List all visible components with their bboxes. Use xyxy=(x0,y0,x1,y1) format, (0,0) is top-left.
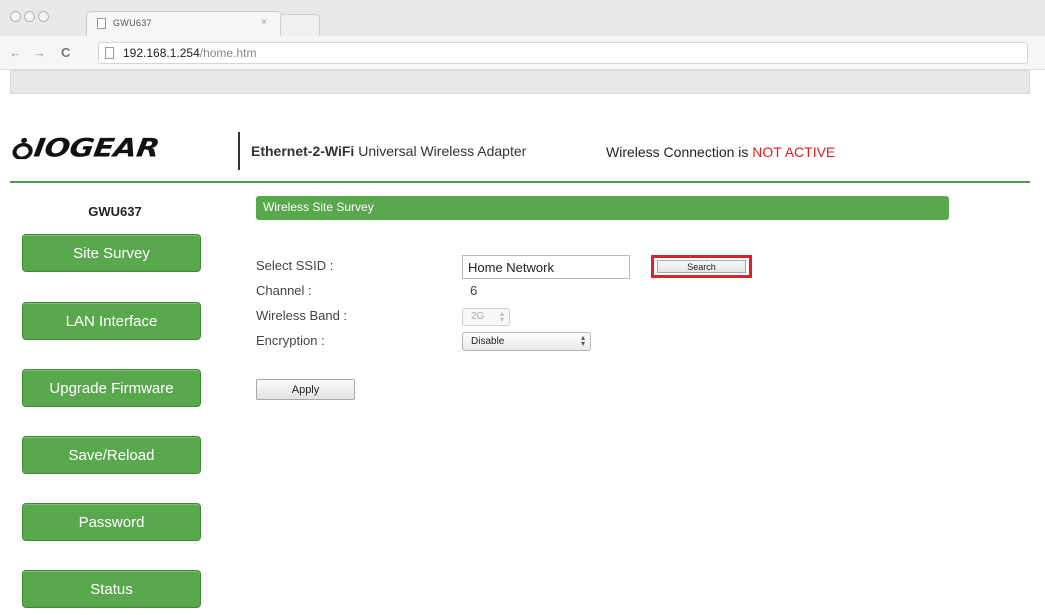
connection-prefix: Wireless Connection is xyxy=(606,144,753,160)
encryption-value: Disable xyxy=(471,336,505,347)
connection-status-value: NOT ACTIVE xyxy=(752,144,836,160)
reload-icon[interactable]: C xyxy=(61,45,70,60)
panel-title: Wireless Site Survey xyxy=(256,196,949,220)
device-model: GWU637 xyxy=(88,204,142,219)
page-icon xyxy=(97,18,106,29)
apply-button[interactable]: Apply xyxy=(256,379,355,400)
sidebar-item-status[interactable]: Status xyxy=(22,570,201,608)
url-bar[interactable]: 192.168.1.254/home.htm xyxy=(98,42,1028,64)
ssid-input[interactable] xyxy=(462,255,630,279)
header-divider xyxy=(10,181,1030,183)
product-name: Ethernet-2-WiFi Universal Wireless Adapt… xyxy=(251,143,526,159)
zoom-window-icon[interactable] xyxy=(38,11,49,22)
connection-status: Wireless Connection is NOT ACTIVE xyxy=(606,144,835,160)
wireless-band-value: 2G xyxy=(471,311,485,322)
wireless-band-select[interactable]: 2G ▴ ▾ xyxy=(462,308,510,326)
search-highlight: Search xyxy=(651,255,752,278)
browser-tab[interactable]: GWU637 × xyxy=(86,11,282,36)
sidebar-item-upgrade-firmware[interactable]: Upgrade Firmware xyxy=(22,369,201,407)
channel-label: Channel : xyxy=(256,283,312,298)
url-host: 192.168.1.254 xyxy=(123,46,200,60)
minimize-window-icon[interactable] xyxy=(24,11,35,22)
window-controls[interactable] xyxy=(10,9,52,23)
url-text[interactable]: 192.168.1.254/home.htm xyxy=(123,46,256,60)
logo-text: IOGEAR xyxy=(31,133,162,164)
band-label: Wireless Band : xyxy=(256,308,348,323)
sidebar-item-save-reload[interactable]: Save/Reload xyxy=(22,436,201,474)
logo-divider xyxy=(238,132,240,170)
channel-value: 6 xyxy=(470,283,478,298)
forward-icon[interactable]: → xyxy=(33,45,46,60)
select-arrows-icon: ▴ ▾ xyxy=(580,333,585,348)
url-path: /home.htm xyxy=(199,46,257,60)
encryption-label: Encryption : xyxy=(256,333,325,348)
search-button[interactable]: Search xyxy=(657,260,746,273)
back-icon[interactable]: ← xyxy=(9,45,22,60)
iogear-logo: IOGEAR xyxy=(10,133,162,164)
tab-title: GWU637 xyxy=(113,18,152,28)
ssid-label: Select SSID : xyxy=(256,258,334,273)
address-toolbar: ← → C 192.168.1.254/home.htm xyxy=(0,36,1045,70)
encryption-select[interactable]: Disable ▴ ▾ xyxy=(462,332,591,351)
page-icon xyxy=(105,47,114,59)
select-arrows-icon: ▴ ▾ xyxy=(499,309,504,324)
browser-tab-bar: GWU637 × xyxy=(0,0,1045,36)
sidebar-item-password[interactable]: Password xyxy=(22,503,201,541)
tab-close-icon[interactable]: × xyxy=(261,17,267,28)
sidebar-item-site-survey[interactable]: Site Survey xyxy=(22,234,201,272)
product-name-bold: Ethernet-2-WiFi xyxy=(251,143,355,159)
sidebar-item-lan-interface[interactable]: LAN Interface xyxy=(22,302,201,340)
close-window-icon[interactable] xyxy=(10,11,21,22)
new-tab-button[interactable] xyxy=(280,14,320,36)
product-name-rest: Universal Wireless Adapter xyxy=(354,143,527,159)
bookmarks-bar xyxy=(10,70,1030,94)
